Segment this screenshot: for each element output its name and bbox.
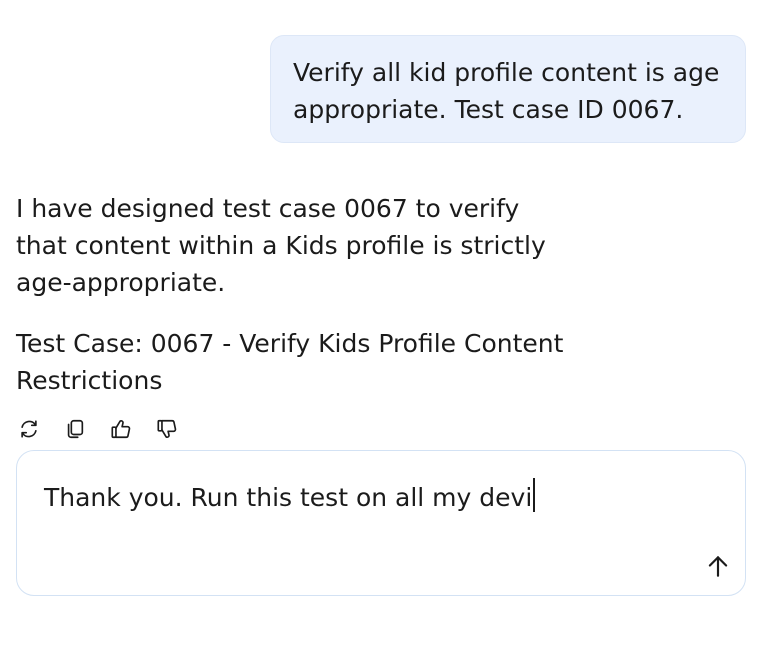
assistant-message: I have designed test case 0067 to verify… xyxy=(16,190,616,399)
assistant-paragraph: I have designed test case 0067 to verify… xyxy=(16,190,616,301)
user-message-line: Verify all kid profile content is age xyxy=(293,58,720,87)
regenerate-button[interactable] xyxy=(16,416,42,442)
composer-input[interactable]: Thank you. Run this test on all my devi xyxy=(44,478,536,516)
copy-button[interactable] xyxy=(62,416,88,442)
thumbs-down-button[interactable] xyxy=(154,416,180,442)
send-button[interactable] xyxy=(703,551,733,581)
assistant-line: I have designed test case 0067 to verify xyxy=(16,194,520,223)
assistant-line: Restrictions xyxy=(16,366,163,395)
assistant-line: that content within a Kids profile is st… xyxy=(16,231,546,260)
assistant-line: Test Case: 0067 - Verify Kids Profile Co… xyxy=(16,329,564,358)
assistant-line: age-appropriate. xyxy=(16,268,226,297)
copy-icon xyxy=(67,419,84,439)
regenerate-icon xyxy=(21,420,37,438)
user-message-line: appropriate. Test case ID 0067. xyxy=(293,95,684,124)
thumbs-up-button[interactable] xyxy=(108,416,134,442)
thumbs-down-icon xyxy=(157,419,177,438)
assistant-paragraph: Test Case: 0067 - Verify Kids Profile Co… xyxy=(16,325,616,399)
thumbs-up-icon xyxy=(111,420,131,439)
message-actions xyxy=(16,416,180,442)
user-message-bubble: Verify all kid profile content is age ap… xyxy=(270,35,746,143)
composer-input-value: Thank you. Run this test on all my devi xyxy=(44,483,533,512)
arrow-up-icon xyxy=(708,556,728,577)
text-caret xyxy=(533,478,536,512)
message-composer[interactable]: Thank you. Run this test on all my devi xyxy=(16,450,746,596)
